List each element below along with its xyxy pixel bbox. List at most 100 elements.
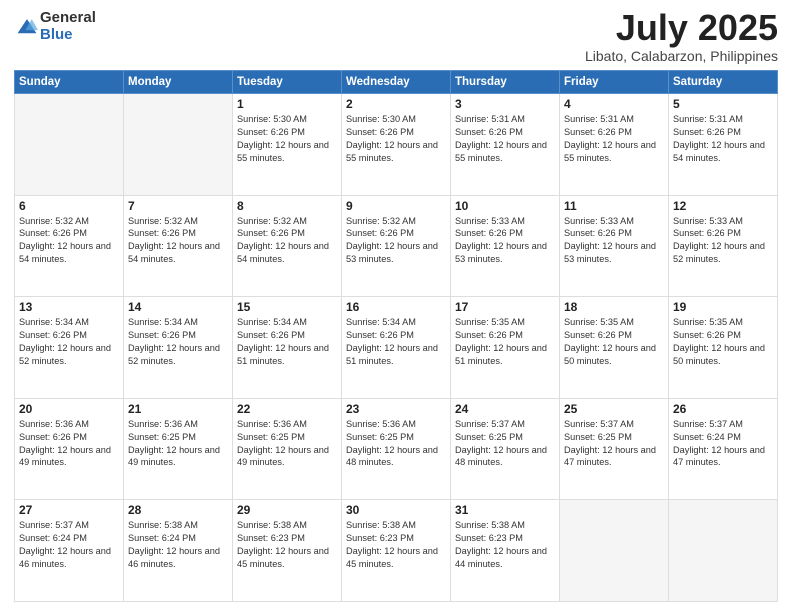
page: General Blue July 2025 Libato, Calabarzo… <box>0 0 792 612</box>
day-number: 28 <box>128 503 228 517</box>
day-number: 7 <box>128 199 228 213</box>
calendar-day-cell: 9 Sunrise: 5:32 AM Sunset: 6:26 PM Daylig… <box>342 195 451 297</box>
logo-text: General Blue <box>40 10 96 43</box>
day-number: 18 <box>564 300 664 314</box>
calendar-day-cell: 15 Sunrise: 5:34 AM Sunset: 6:26 PM Dayli… <box>233 297 342 399</box>
calendar-day-cell: 19Sunrise: 5:35 AM Sunset: 6:26 PM Dayli… <box>669 297 778 399</box>
calendar-day-cell: 6 Sunrise: 5:32 AM Sunset: 6:26 PM Daylig… <box>15 195 124 297</box>
calendar-day-cell: 3Sunrise: 5:31 AM Sunset: 6:26 PM Daylig… <box>451 94 560 196</box>
day-number: 27 <box>19 503 119 517</box>
logo: General Blue <box>14 10 96 43</box>
day-number: 14 <box>128 300 228 314</box>
day-number: 5 <box>673 97 773 111</box>
day-info: Sunrise: 5:32 AM Sunset: 6:26 PM Dayligh… <box>19 215 119 267</box>
day-info: Sunrise: 5:38 AM Sunset: 6:23 PM Dayligh… <box>237 519 337 571</box>
day-info: Sunrise: 5:35 AM Sunset: 6:26 PM Dayligh… <box>455 316 555 368</box>
day-info: Sunrise: 5:33 AM Sunset: 6:26 PM Dayligh… <box>455 215 555 267</box>
day-info: Sunrise: 5:34 AM Sunset: 6:26 PM Dayligh… <box>237 316 337 368</box>
calendar-day-header: Monday <box>124 71 233 94</box>
location: Libato, Calabarzon, Philippines <box>585 48 778 64</box>
day-number: 30 <box>346 503 446 517</box>
calendar-day-header: Sunday <box>15 71 124 94</box>
day-number: 29 <box>237 503 337 517</box>
calendar-day-cell: 12 Sunrise: 5:33 AM Sunset: 6:26 PM Dayli… <box>669 195 778 297</box>
logo-general: General <box>40 10 96 27</box>
day-number: 25 <box>564 402 664 416</box>
calendar-day-header: Tuesday <box>233 71 342 94</box>
day-info: Sunrise: 5:30 AM Sunset: 6:26 PM Dayligh… <box>346 113 446 165</box>
day-number: 15 <box>237 300 337 314</box>
day-info: Sunrise: 5:36 AM Sunset: 6:25 PM Dayligh… <box>237 418 337 470</box>
calendar-day-cell <box>560 500 669 602</box>
day-info: Sunrise: 5:31 AM Sunset: 6:26 PM Dayligh… <box>673 113 773 165</box>
day-info: Sunrise: 5:34 AM Sunset: 6:26 PM Dayligh… <box>346 316 446 368</box>
calendar-week-row: 13 Sunrise: 5:34 AM Sunset: 6:26 PM Dayli… <box>15 297 778 399</box>
day-number: 1 <box>237 97 337 111</box>
day-number: 8 <box>237 199 337 213</box>
calendar-day-cell: 27 Sunrise: 5:37 AM Sunset: 6:24 PM Dayli… <box>15 500 124 602</box>
calendar-day-cell <box>669 500 778 602</box>
calendar-day-cell: 4 Sunrise: 5:31 AM Sunset: 6:26 PM Daylig… <box>560 94 669 196</box>
calendar-day-cell: 21 Sunrise: 5:36 AM Sunset: 6:25 PM Dayli… <box>124 398 233 500</box>
calendar-day-cell: 5 Sunrise: 5:31 AM Sunset: 6:26 PM Daylig… <box>669 94 778 196</box>
day-info: Sunrise: 5:32 AM Sunset: 6:26 PM Dayligh… <box>128 215 228 267</box>
day-info: Sunrise: 5:34 AM Sunset: 6:26 PM Dayligh… <box>19 316 119 368</box>
day-info: Sunrise: 5:37 AM Sunset: 6:24 PM Dayligh… <box>673 418 773 470</box>
calendar-day-cell: 8 Sunrise: 5:32 AM Sunset: 6:26 PM Daylig… <box>233 195 342 297</box>
day-number: 12 <box>673 199 773 213</box>
day-info: Sunrise: 5:35 AM Sunset: 6:26 PM Dayligh… <box>564 316 664 368</box>
day-number: 3 <box>455 97 555 111</box>
day-number: 26 <box>673 402 773 416</box>
day-number: 16 <box>346 300 446 314</box>
calendar-day-cell: 1 Sunrise: 5:30 AM Sunset: 6:26 PM Daylig… <box>233 94 342 196</box>
calendar-day-cell: 17 Sunrise: 5:35 AM Sunset: 6:26 PM Dayli… <box>451 297 560 399</box>
day-info: Sunrise: 5:35 AM Sunset: 6:26 PM Dayligh… <box>673 316 773 368</box>
calendar-day-header: Thursday <box>451 71 560 94</box>
day-info: Sunrise: 5:33 AM Sunset: 6:26 PM Dayligh… <box>673 215 773 267</box>
day-number: 21 <box>128 402 228 416</box>
day-number: 6 <box>19 199 119 213</box>
calendar-day-cell: 18 Sunrise: 5:35 AM Sunset: 6:26 PM Dayli… <box>560 297 669 399</box>
calendar-day-cell: 2 Sunrise: 5:30 AM Sunset: 6:26 PM Daylig… <box>342 94 451 196</box>
day-info: Sunrise: 5:32 AM Sunset: 6:26 PM Dayligh… <box>346 215 446 267</box>
logo-icon <box>16 16 38 38</box>
day-info: Sunrise: 5:37 AM Sunset: 6:24 PM Dayligh… <box>19 519 119 571</box>
calendar-header-row: SundayMondayTuesdayWednesdayThursdayFrid… <box>15 71 778 94</box>
day-info: Sunrise: 5:37 AM Sunset: 6:25 PM Dayligh… <box>564 418 664 470</box>
day-info: Sunrise: 5:32 AM Sunset: 6:26 PM Dayligh… <box>237 215 337 267</box>
day-number: 10 <box>455 199 555 213</box>
day-info: Sunrise: 5:30 AM Sunset: 6:26 PM Dayligh… <box>237 113 337 165</box>
day-info: Sunrise: 5:36 AM Sunset: 6:25 PM Dayligh… <box>128 418 228 470</box>
calendar-day-cell <box>124 94 233 196</box>
calendar-day-header: Friday <box>560 71 669 94</box>
calendar-day-cell: 26 Sunrise: 5:37 AM Sunset: 6:24 PM Dayli… <box>669 398 778 500</box>
logo-blue: Blue <box>40 27 96 44</box>
day-number: 17 <box>455 300 555 314</box>
calendar-day-cell: 11Sunrise: 5:33 AM Sunset: 6:26 PM Dayli… <box>560 195 669 297</box>
day-number: 20 <box>19 402 119 416</box>
day-info: Sunrise: 5:36 AM Sunset: 6:25 PM Dayligh… <box>346 418 446 470</box>
calendar-day-cell: 10 Sunrise: 5:33 AM Sunset: 6:26 PM Dayli… <box>451 195 560 297</box>
day-number: 22 <box>237 402 337 416</box>
header-right: July 2025 Libato, Calabarzon, Philippine… <box>585 10 778 64</box>
day-number: 31 <box>455 503 555 517</box>
calendar-day-cell: 29 Sunrise: 5:38 AM Sunset: 6:23 PM Dayli… <box>233 500 342 602</box>
day-number: 23 <box>346 402 446 416</box>
day-info: Sunrise: 5:36 AM Sunset: 6:26 PM Dayligh… <box>19 418 119 470</box>
day-info: Sunrise: 5:33 AM Sunset: 6:26 PM Dayligh… <box>564 215 664 267</box>
day-number: 2 <box>346 97 446 111</box>
day-number: 24 <box>455 402 555 416</box>
day-info: Sunrise: 5:37 AM Sunset: 6:25 PM Dayligh… <box>455 418 555 470</box>
day-number: 13 <box>19 300 119 314</box>
day-info: Sunrise: 5:31 AM Sunset: 6:26 PM Dayligh… <box>564 113 664 165</box>
calendar-day-cell: 16 Sunrise: 5:34 AM Sunset: 6:26 PM Dayli… <box>342 297 451 399</box>
header: General Blue July 2025 Libato, Calabarzo… <box>14 10 778 64</box>
calendar-week-row: 20 Sunrise: 5:36 AM Sunset: 6:26 PM Dayli… <box>15 398 778 500</box>
day-number: 4 <box>564 97 664 111</box>
calendar-day-cell: 24 Sunrise: 5:37 AM Sunset: 6:25 PM Dayli… <box>451 398 560 500</box>
day-number: 9 <box>346 199 446 213</box>
calendar-day-cell: 30Sunrise: 5:38 AM Sunset: 6:23 PM Dayli… <box>342 500 451 602</box>
day-info: Sunrise: 5:38 AM Sunset: 6:23 PM Dayligh… <box>455 519 555 571</box>
day-info: Sunrise: 5:38 AM Sunset: 6:24 PM Dayligh… <box>128 519 228 571</box>
calendar-day-header: Saturday <box>669 71 778 94</box>
